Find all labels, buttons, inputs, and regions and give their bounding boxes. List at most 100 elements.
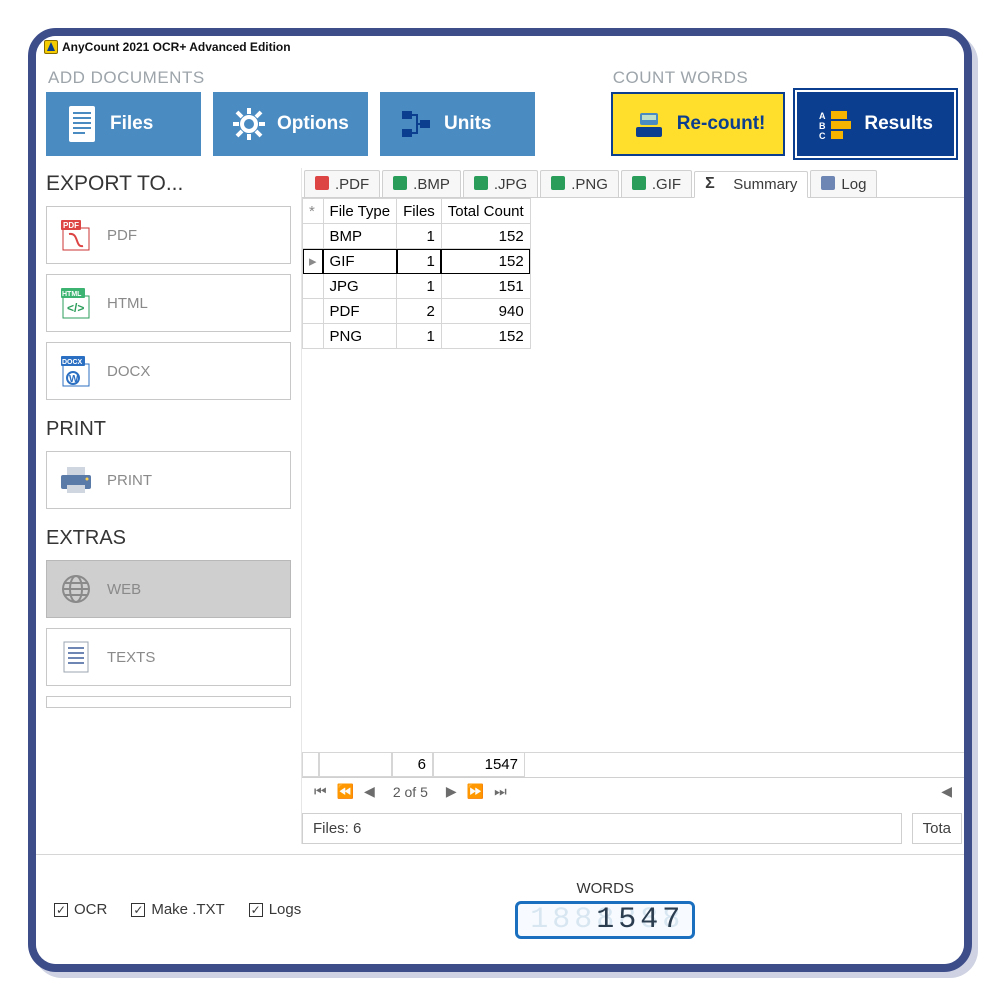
tab-png[interactable]: .PNG xyxy=(540,170,619,197)
extras-web-label: WEB xyxy=(107,581,141,598)
lcd-display: 1888888 1547 xyxy=(515,901,695,939)
pager-prev[interactable]: ◀ xyxy=(362,783,377,800)
sigma-icon: Σ xyxy=(705,177,721,193)
png-file-icon xyxy=(551,176,567,192)
lcd-label: WORDS xyxy=(515,880,695,897)
print-label: PRINT xyxy=(107,472,152,489)
cell-file-type: JPG xyxy=(323,274,397,299)
cell-files: 2 xyxy=(397,299,442,324)
globe-icon xyxy=(59,572,93,606)
files-icon xyxy=(64,102,100,146)
export-pdf-label: PDF xyxy=(107,227,137,244)
export-docx-label: DOCX xyxy=(107,363,150,380)
svg-text:B: B xyxy=(819,121,826,131)
results-button[interactable]: ABC Results xyxy=(797,92,954,156)
html-icon: HTML </> xyxy=(59,286,93,320)
cell-file-type: PDF xyxy=(323,299,397,324)
files-button-label: Files xyxy=(110,113,153,135)
bmp-file-icon xyxy=(393,176,409,192)
col-file-type[interactable]: File Type xyxy=(323,199,397,224)
table-row[interactable]: BMP1152 xyxy=(303,224,531,249)
pager-next[interactable]: ▶ xyxy=(444,783,459,800)
checkbox-logs[interactable]: ✓Logs xyxy=(249,901,302,918)
row-indicator xyxy=(303,324,324,349)
print-button[interactable]: PRINT xyxy=(46,451,291,509)
tab-summary[interactable]: Σ Summary xyxy=(694,171,808,198)
print-header: PRINT xyxy=(46,418,291,441)
cell-files: 1 xyxy=(397,249,442,274)
units-icon xyxy=(398,102,434,146)
gear-icon xyxy=(231,102,267,146)
svg-text:A: A xyxy=(819,111,826,121)
table-row[interactable]: PDF2940 xyxy=(303,299,531,324)
tabs: .PDF .BMP .JPG .PNG .GIF Σ Summary Log xyxy=(302,168,964,198)
table-row[interactable]: JPG1151 xyxy=(303,274,531,299)
extras-web[interactable]: WEB xyxy=(46,560,291,618)
svg-text:HTML: HTML xyxy=(62,291,82,298)
row-selector-header: * xyxy=(303,199,324,224)
pdf-icon: PDF xyxy=(59,218,93,252)
texts-icon xyxy=(59,640,93,674)
cell-file-type: PNG xyxy=(323,324,397,349)
pager-next-page[interactable]: ⏩ xyxy=(465,783,486,800)
extras-more-stub xyxy=(46,696,291,708)
sidebar: EXPORT TO... PDF PDF HTML </> HTML DOCXW … xyxy=(46,168,301,844)
checkbox-ocr[interactable]: ✓OCR xyxy=(54,901,107,918)
cell-files: 1 xyxy=(397,274,442,299)
cell-files: 1 xyxy=(397,224,442,249)
printer-icon xyxy=(59,463,93,497)
section-add-documents: ADD DOCUMENTS xyxy=(48,68,611,88)
totals-count: 1547 xyxy=(433,753,525,777)
tab-jpg[interactable]: .JPG xyxy=(463,170,538,197)
export-pdf[interactable]: PDF PDF xyxy=(46,206,291,264)
status-files: Files: 6 xyxy=(302,813,902,844)
export-header: EXPORT TO... xyxy=(46,172,291,196)
svg-text:C: C xyxy=(819,131,826,141)
table-row[interactable]: ▸GIF1152 xyxy=(303,249,531,274)
main-panel: .PDF .BMP .JPG .PNG .GIF Σ Summary Log *… xyxy=(301,168,964,844)
pager-prev-page[interactable]: ⏪ xyxy=(335,783,356,800)
results-icon: ABC xyxy=(818,102,854,146)
pager-last[interactable]: ⏭ xyxy=(492,783,509,800)
files-button[interactable]: Files xyxy=(46,92,201,156)
totals-row: 6 1547 xyxy=(302,752,964,777)
status-total-truncated: Tota xyxy=(912,813,962,844)
table-header-row: * File Type Files Total Count xyxy=(303,199,531,224)
lcd-value: 1547 xyxy=(596,903,684,937)
col-total-count[interactable]: Total Count xyxy=(441,199,530,224)
ribbon: ADD DOCUMENTS Files Options xyxy=(36,58,964,168)
pager-first[interactable]: ⏮ xyxy=(312,783,329,800)
app-logo-icon xyxy=(44,40,58,54)
tab-pdf[interactable]: .PDF xyxy=(304,170,380,197)
units-button-label: Units xyxy=(444,113,492,135)
options-button[interactable]: Options xyxy=(213,92,368,156)
bottom-bar: ✓OCR ✓Make .TXT ✓Logs WORDS 1888888 1547 xyxy=(36,854,964,964)
cell-total-count: 151 xyxy=(441,274,530,299)
svg-text:W: W xyxy=(69,374,79,385)
table-row[interactable]: PNG1152 xyxy=(303,324,531,349)
recount-button[interactable]: Re-count! xyxy=(611,92,786,156)
gif-file-icon xyxy=(632,176,648,192)
checkbox-make-txt[interactable]: ✓Make .TXT xyxy=(131,901,224,918)
units-button[interactable]: Units xyxy=(380,92,535,156)
cell-total-count: 940 xyxy=(441,299,530,324)
tab-bmp[interactable]: .BMP xyxy=(382,170,461,197)
cell-file-type: GIF xyxy=(323,249,397,274)
svg-text:</>: </> xyxy=(67,301,84,315)
docx-icon: DOCXW xyxy=(59,354,93,388)
tab-log[interactable]: Log xyxy=(810,170,877,197)
extras-texts-label: TEXTS xyxy=(107,649,155,666)
export-html[interactable]: HTML </> HTML xyxy=(46,274,291,332)
extras-texts[interactable]: TEXTS xyxy=(46,628,291,686)
export-docx[interactable]: DOCXW DOCX xyxy=(46,342,291,400)
log-file-icon xyxy=(821,176,837,192)
hscroll-left[interactable]: ◀ xyxy=(939,783,954,800)
pdf-file-icon xyxy=(315,176,331,192)
cell-total-count: 152 xyxy=(441,249,530,274)
tab-gif[interactable]: .GIF xyxy=(621,170,692,197)
totals-files: 6 xyxy=(392,753,433,777)
pager-text: 2 of 5 xyxy=(393,784,428,800)
recount-button-label: Re-count! xyxy=(677,113,766,135)
cell-total-count: 152 xyxy=(441,224,530,249)
col-files[interactable]: Files xyxy=(397,199,442,224)
